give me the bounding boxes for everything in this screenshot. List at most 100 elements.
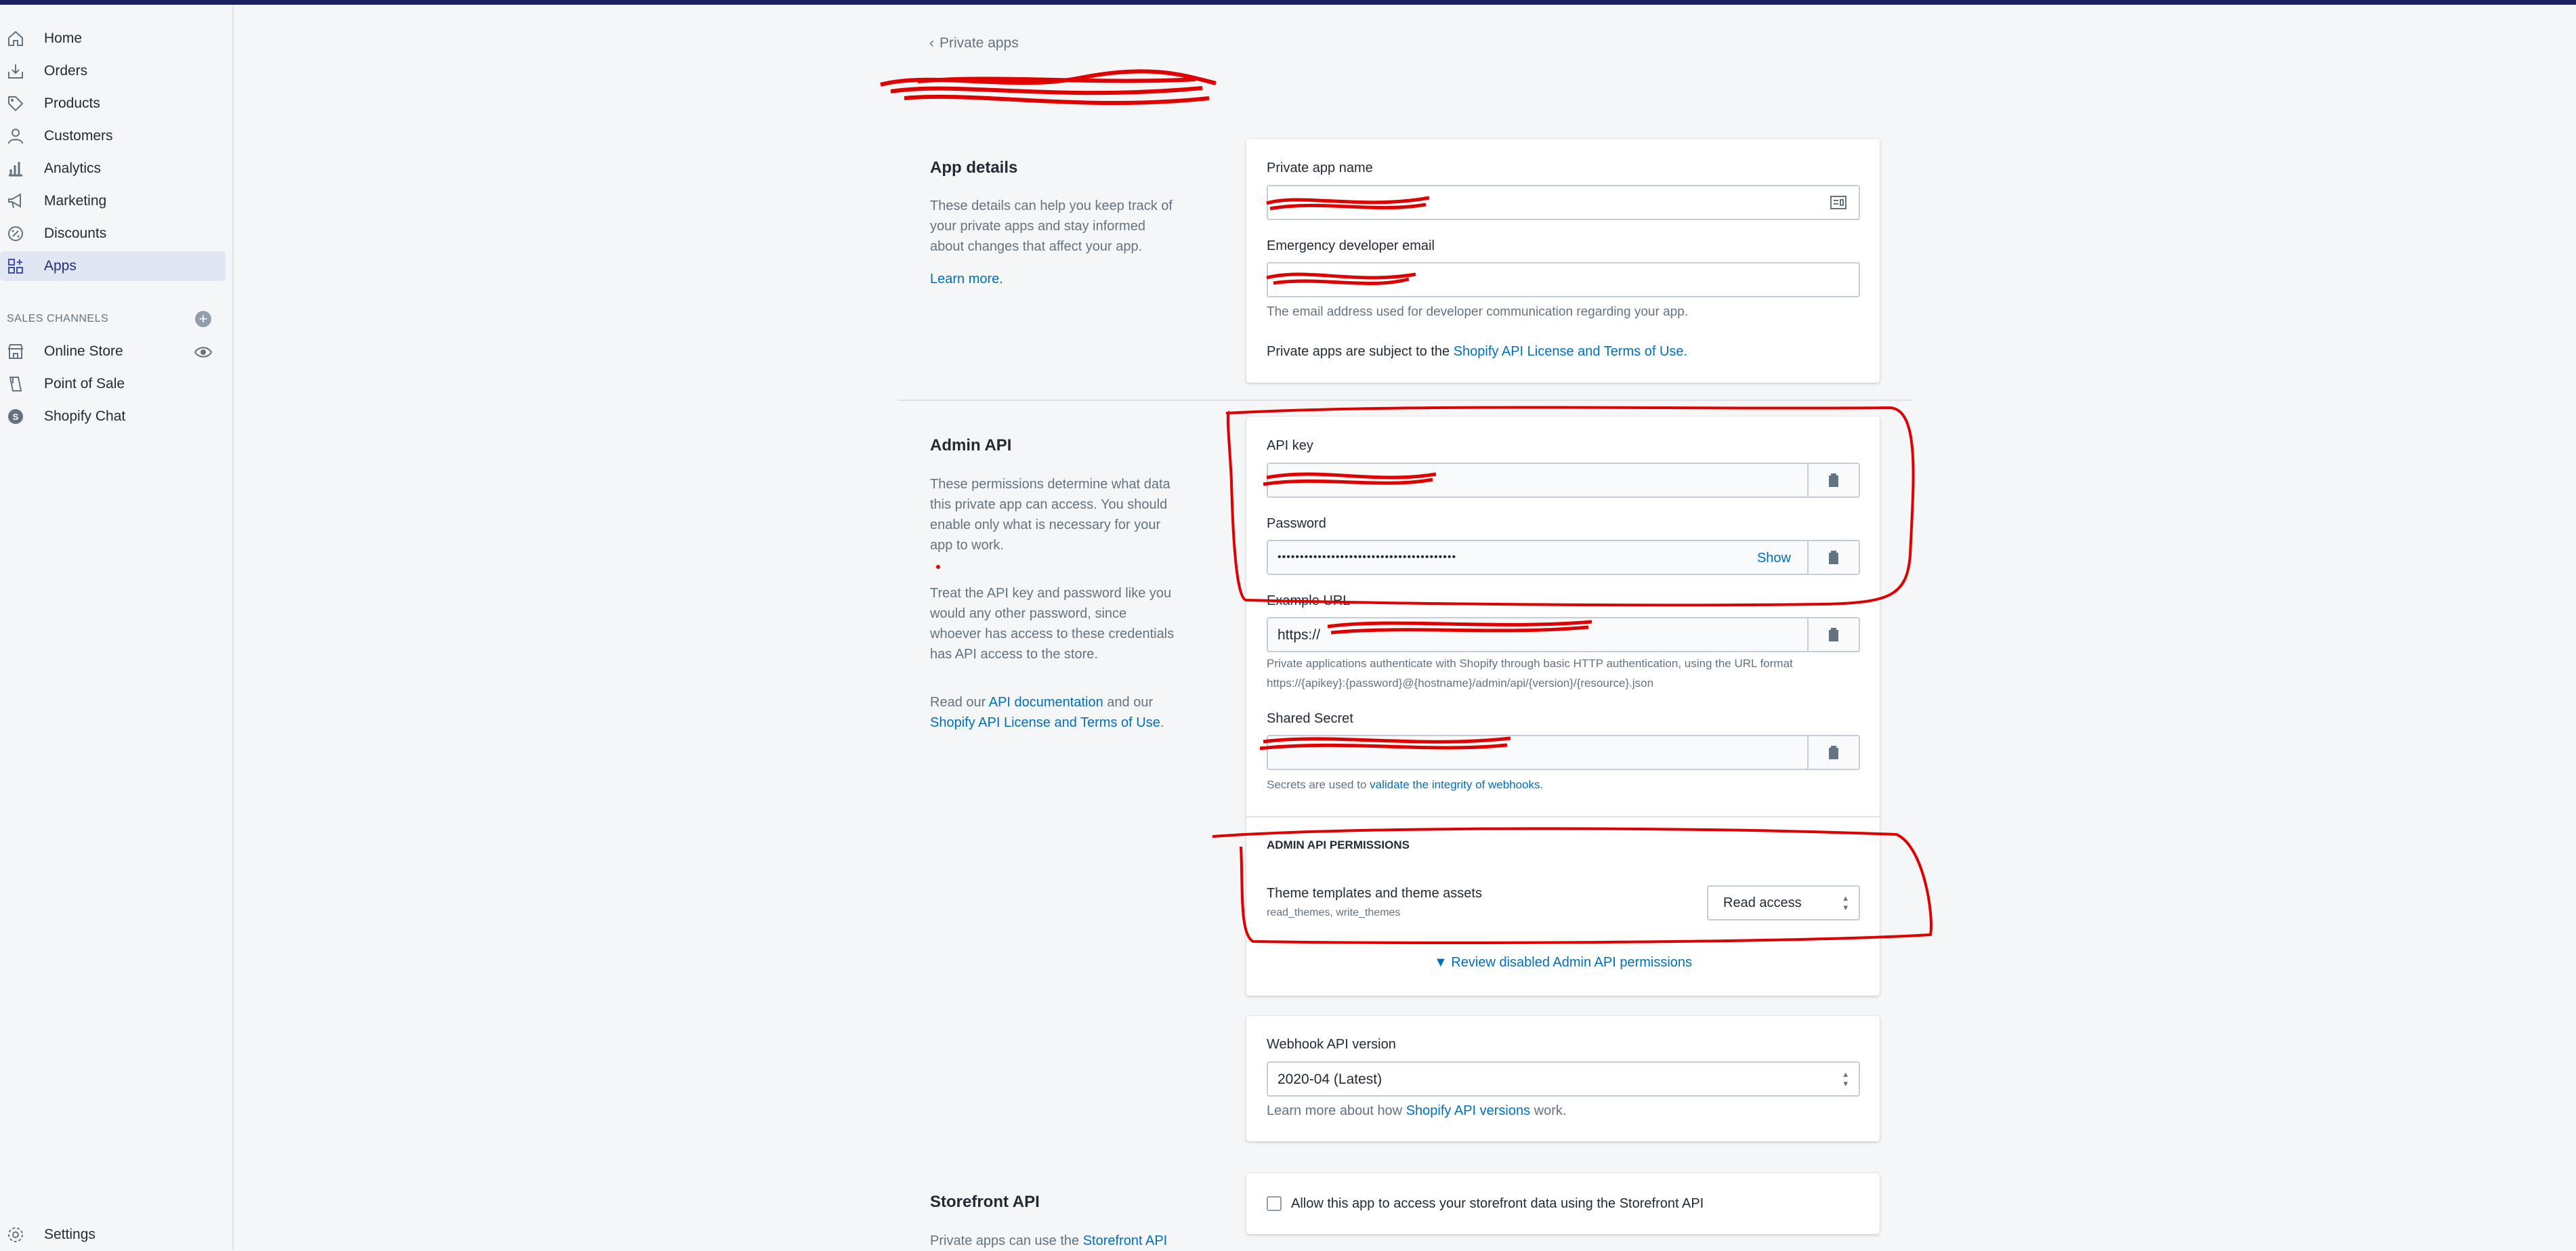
permissions-divider xyxy=(1246,816,1880,818)
developer-email-input[interactable] xyxy=(1267,262,1860,297)
nav-label: Discounts xyxy=(44,226,107,241)
breadcrumb-label: Private apps xyxy=(939,35,1019,51)
eye-icon[interactable] xyxy=(194,345,212,359)
auth-help-line-2: https://{apikey}:{password}@{hostname}/a… xyxy=(1267,677,1654,690)
nav-item-point-of-sale[interactable]: Point of Sale xyxy=(0,369,226,399)
gear-icon xyxy=(8,1227,23,1242)
nav-item-home[interactable]: Home xyxy=(0,24,226,54)
password-input[interactable]: ••••••••••••••••••••••••••••••••••••••••… xyxy=(1267,540,1860,575)
api-license-link[interactable]: Shopify API License and Terms of Use xyxy=(930,715,1160,730)
nav-item-products[interactable]: Products xyxy=(0,89,226,119)
section-divider xyxy=(898,400,1912,401)
nav-label: Analytics xyxy=(44,161,102,176)
nav-item-analytics[interactable]: Analytics xyxy=(0,154,226,184)
contact-card-icon xyxy=(1830,196,1846,209)
app-details-title: App details xyxy=(930,158,1018,177)
storefront-access-checkbox[interactable] xyxy=(1267,1196,1282,1211)
webhook-version-label: Webhook API version xyxy=(1267,1037,1396,1052)
validate-webhooks-link[interactable]: validate the integrity of webhooks. xyxy=(1370,778,1543,791)
admin-api-title: Admin API xyxy=(930,436,1012,454)
webhook-version-value: 2020-04 (Latest) xyxy=(1278,1072,1382,1087)
developer-email-help: The email address used for developer com… xyxy=(1267,305,1689,319)
nav-label: Shopify Chat xyxy=(44,408,126,424)
nav-item-settings[interactable]: Settings xyxy=(0,1220,226,1250)
storefront-api-link[interactable]: Storefront API xyxy=(1083,1233,1168,1248)
nav-item-marketing[interactable]: Marketing xyxy=(0,186,226,216)
nav-label: Products xyxy=(44,96,100,111)
clipboard-icon xyxy=(1829,746,1838,759)
api-documentation-link[interactable]: API documentation xyxy=(989,695,1103,710)
chat-icon: S xyxy=(8,409,23,424)
nav-label: Point of Sale xyxy=(44,376,125,391)
shared-secret-label: Shared Secret xyxy=(1267,711,1353,726)
sales-channels-heading: SALES CHANNELS xyxy=(7,313,109,324)
app-name-input[interactable] xyxy=(1267,185,1860,220)
learn-more-link[interactable]: Learn more. xyxy=(930,269,1181,289)
redacted-page-title xyxy=(880,69,1217,106)
home-icon xyxy=(8,30,23,46)
terms-link[interactable]: Shopify API License and Terms of Use. xyxy=(1454,344,1687,359)
copy-example-url-button[interactable] xyxy=(1807,617,1859,652)
read-mid: and our xyxy=(1103,695,1154,710)
clipboard-icon xyxy=(1829,473,1838,487)
password-value: •••••••••••••••••••••••••••••••••••••••• xyxy=(1278,551,1457,563)
select-arrows-icon: ▴ ▾ xyxy=(1843,893,1848,912)
storefront-access-label: Allow this app to access your storefront… xyxy=(1291,1196,1704,1211)
clipboard-icon xyxy=(1829,551,1838,564)
nav-label: Customers xyxy=(44,128,113,144)
shared-secret-help: Secrets are used to validate the integri… xyxy=(1267,775,1863,794)
example-url-label: Example URL xyxy=(1267,593,1351,608)
terms-prefix: Private apps are subject to the xyxy=(1267,344,1454,359)
admin-api-description-1: These permissions determine what data th… xyxy=(930,477,1170,553)
permission-access-value: Read access xyxy=(1723,895,1802,910)
read-suffix: . xyxy=(1160,715,1164,730)
admin-api-description-2: Treat the API key and password like you … xyxy=(930,586,1175,662)
api-versions-link[interactable]: Shopify API versions xyxy=(1406,1103,1530,1118)
nav-label: Apps xyxy=(44,258,77,274)
api-key-input[interactable] xyxy=(1267,463,1860,498)
orders-icon xyxy=(8,64,23,79)
nav-item-online-store[interactable]: Online Store xyxy=(0,337,226,366)
webhook-version-select[interactable]: 2020-04 (Latest) ▴ ▾ xyxy=(1267,1061,1860,1097)
secret-help-prefix: Secrets are used to xyxy=(1267,778,1370,791)
auth-help-line-1: Private applications authenticate with S… xyxy=(1267,657,1793,670)
nav-label: Marketing xyxy=(44,193,107,209)
app-details-description: These details can help you keep track of… xyxy=(930,198,1173,254)
nav-item-customers[interactable]: Customers xyxy=(0,121,226,151)
permission-scopes: read_themes, write_themes xyxy=(1267,907,1401,918)
storefront-description: Private apps can use the Storefront API xyxy=(930,1231,1181,1251)
clipboard-icon xyxy=(1829,628,1838,641)
copy-password-button[interactable] xyxy=(1807,540,1859,575)
terms-text: Private apps are subject to the Shopify … xyxy=(1267,342,1687,362)
copy-api-key-button[interactable] xyxy=(1807,463,1859,498)
permissions-heading: ADMIN API PERMISSIONS xyxy=(1267,839,1410,851)
permission-access-select[interactable]: Read access ▴ ▾ xyxy=(1707,885,1860,920)
megaphone-icon xyxy=(8,193,21,209)
read-prefix: Read our xyxy=(930,695,989,710)
webhook-help: Learn more about how Shopify API version… xyxy=(1267,1101,1566,1121)
tag-icon xyxy=(8,96,24,112)
app-name-label: Private app name xyxy=(1267,161,1373,175)
nav-label: Settings xyxy=(44,1227,96,1242)
show-password-button[interactable]: Show xyxy=(1757,551,1791,566)
storefront-title: Storefront API xyxy=(930,1193,1040,1211)
add-channel-icon[interactable]: + xyxy=(195,311,211,327)
app-details-card: Private app name Emergency developer ema… xyxy=(1246,139,1880,383)
nav-item-discounts[interactable]: Discounts xyxy=(0,219,226,249)
store-icon xyxy=(7,344,24,359)
nav-item-orders[interactable]: Orders xyxy=(0,56,226,86)
copy-shared-secret-button[interactable] xyxy=(1807,735,1859,770)
nav-item-shopify-chat[interactable]: S Shopify Chat xyxy=(0,402,226,431)
review-disabled-permissions-link[interactable]: ▼ Review disabled Admin API permissions xyxy=(1246,955,1880,971)
select-arrows-icon: ▴ ▾ xyxy=(1843,1069,1848,1088)
breadcrumb-back-link[interactable]: ‹ Private apps xyxy=(929,35,1019,51)
example-url-input[interactable]: https:// xyxy=(1267,617,1860,652)
person-icon xyxy=(8,129,23,144)
apps-icon xyxy=(8,259,23,274)
nav-item-apps[interactable]: Apps xyxy=(0,251,226,281)
example-url-value: https:// xyxy=(1278,627,1321,643)
bar-chart-icon xyxy=(9,162,22,177)
shared-secret-input[interactable] xyxy=(1267,735,1860,770)
api-key-label: API key xyxy=(1267,438,1313,453)
storefront-description-prefix: Private apps can use the xyxy=(930,1233,1083,1248)
